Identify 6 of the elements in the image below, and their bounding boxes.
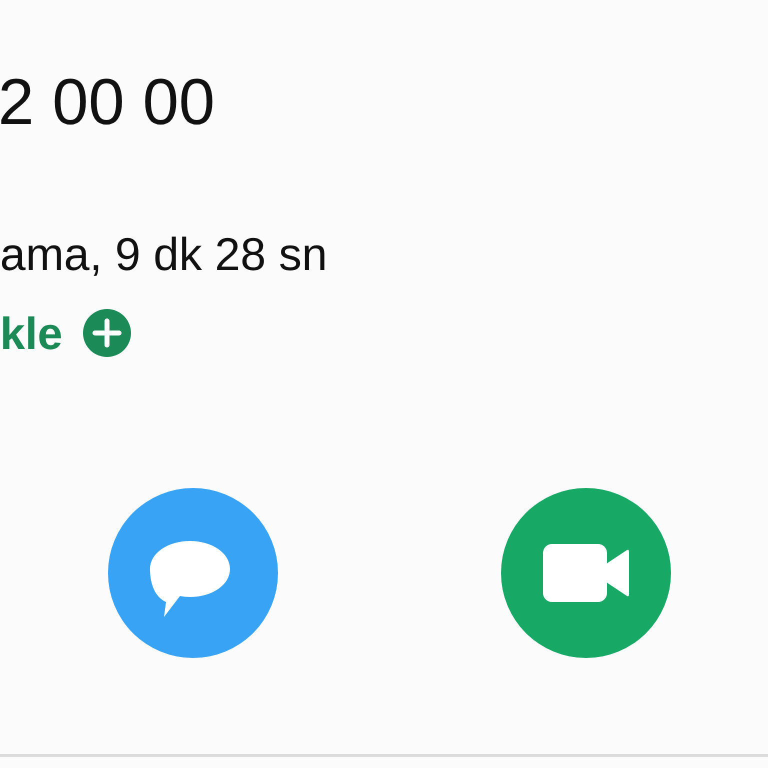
speech-bubble-icon xyxy=(149,540,231,618)
phone-number: 2 00 00 xyxy=(0,69,215,134)
add-link[interactable]: kle xyxy=(0,310,63,356)
video-camera-icon xyxy=(543,544,629,602)
call-details: ama, 9 dk 28 sn xyxy=(0,231,328,277)
plus-icon[interactable] xyxy=(82,309,131,357)
